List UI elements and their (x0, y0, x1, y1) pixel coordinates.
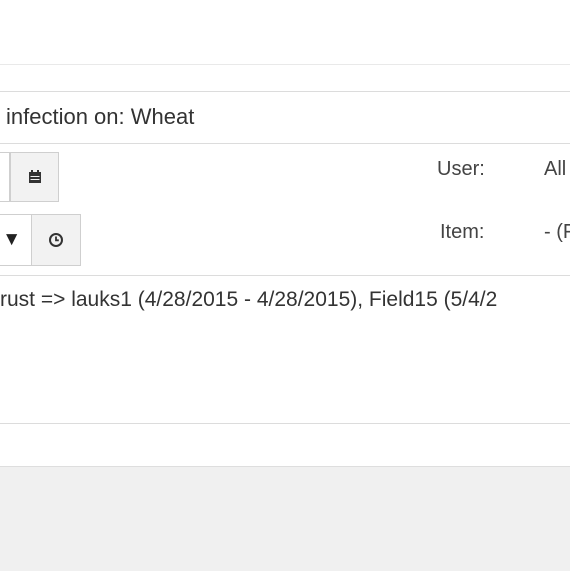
clock-button[interactable] (31, 214, 81, 266)
detail-text: rust => lauks1 (4/28/2015 - 4/28/2015), … (0, 288, 498, 311)
user-label: User: (437, 158, 485, 180)
calendar-icon (28, 170, 41, 183)
panel-title: infection on: Wheat (6, 104, 195, 129)
row-divider (0, 275, 570, 276)
item-value: - (F (544, 221, 570, 243)
clock-icon (49, 233, 63, 247)
footer-area (0, 466, 570, 571)
panel-header: infection on: Wheat (0, 91, 570, 144)
user-value: All (544, 158, 567, 180)
item-label: Item: (440, 221, 485, 243)
calendar-button[interactable] (10, 152, 59, 202)
date-input[interactable] (0, 152, 10, 202)
top-divider (0, 64, 570, 65)
time-select[interactable]: ▼ (0, 214, 32, 266)
caret-down-icon: ▼ (2, 229, 21, 250)
